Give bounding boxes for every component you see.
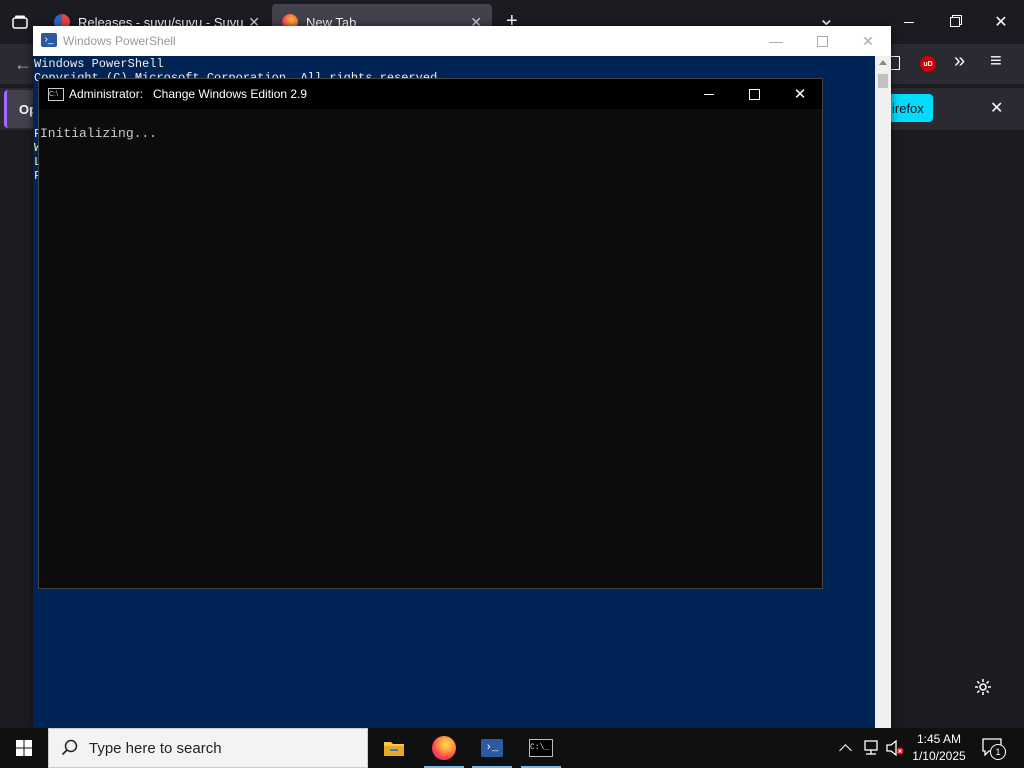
downloads-button[interactable] (891, 56, 901, 72)
action-center-button[interactable]: 1 (982, 738, 1006, 760)
cmd-icon: C:\ (48, 88, 64, 101)
cmd-window: C:\ Administrator: Change Windows Editio… (38, 78, 823, 589)
cmd-output: Initializing... (40, 126, 158, 141)
scroll-up-arrow-icon[interactable] (879, 60, 887, 65)
close-icon: ✕ (994, 14, 1008, 31)
chevron-up-icon (839, 744, 852, 757)
window-title-prefix: Administrator: (69, 87, 144, 101)
minimize-icon (704, 93, 714, 95)
clock-time: 1:45 AM (916, 732, 962, 746)
close-button[interactable]: ✕ (777, 79, 823, 109)
firefox-view-icon (12, 15, 28, 29)
maximize-icon (748, 88, 760, 100)
ublock-origin-button[interactable]: uD (920, 56, 936, 72)
maximize-button[interactable] (731, 79, 777, 109)
powershell-scrollbar[interactable] (875, 56, 891, 732)
taskbar-search-box[interactable]: Type here to search (48, 728, 368, 768)
back-arrow-icon: ← (14, 54, 32, 74)
app-menu-button[interactable]: ≡ (990, 50, 1002, 73)
page-icon (891, 56, 900, 70)
cmd-titlebar[interactable]: C:\ Administrator: Change Windows Editio… (39, 79, 822, 109)
notification-count-badge: 1 (990, 744, 1006, 760)
windows-taskbar: Type here to search ›_ C:\_ 1:45 AM 1/10… (0, 728, 1024, 768)
close-icon: ✕ (862, 32, 874, 49)
restore-button[interactable] (932, 0, 978, 44)
minimize-button[interactable]: — (753, 26, 799, 56)
scrollbar-thumb[interactable] (878, 74, 888, 88)
firefox-icon (432, 736, 456, 760)
minimize-button[interactable] (686, 79, 732, 109)
windows-logo-icon (16, 740, 32, 756)
network-icon (864, 740, 878, 755)
maximize-icon (816, 35, 828, 47)
show-hidden-icons-button[interactable] (838, 738, 854, 758)
search-icon (61, 739, 78, 756)
powershell-icon: ›_ (41, 33, 57, 47)
folder-icon (384, 742, 404, 756)
restore-icon (950, 17, 960, 27)
network-button[interactable] (862, 740, 880, 761)
search-placeholder: Type here to search (89, 739, 222, 757)
ublock-icon-label: uD (923, 60, 933, 68)
gear-icon (975, 679, 991, 695)
window-title: Windows PowerShell (63, 34, 176, 48)
window-title: Change Windows Edition 2.9 (153, 87, 308, 101)
taskbar-powershell[interactable]: ›_ (468, 728, 516, 768)
back-button[interactable]: ← (14, 54, 32, 75)
notification-close-button[interactable]: ✕ (990, 98, 1003, 118)
powershell-titlebar[interactable]: ›_ Windows PowerShell — ✕ (33, 26, 891, 56)
settings-gear-button[interactable] (973, 677, 993, 697)
powershell-line-1: Windows PowerShell (34, 57, 164, 71)
taskbar-cmd[interactable]: C:\_ (517, 728, 565, 768)
close-icon: ✕ (793, 86, 807, 103)
notification-action-label: irefox (892, 101, 924, 116)
taskbar-firefox[interactable] (420, 728, 468, 768)
maximize-button[interactable] (799, 26, 845, 56)
clock-date: 1/10/2025 (912, 749, 966, 763)
close-window-button[interactable]: ✕ (978, 0, 1024, 44)
clock[interactable]: 1:45 AM 1/10/2025 (905, 731, 973, 765)
minimize-icon (904, 21, 914, 23)
terminal-icon: C:\_ (529, 739, 553, 757)
volume-muted-icon (886, 739, 904, 757)
close-button[interactable]: ✕ (845, 26, 891, 56)
start-button[interactable] (0, 728, 48, 768)
firefox-view-button[interactable] (8, 10, 32, 34)
volume-button[interactable] (886, 739, 904, 761)
taskbar-file-explorer[interactable] (370, 728, 418, 768)
minimize-button[interactable] (886, 0, 932, 44)
extensions-overflow-button[interactable]: » (954, 50, 965, 73)
powershell-icon: ›_ (481, 739, 503, 757)
